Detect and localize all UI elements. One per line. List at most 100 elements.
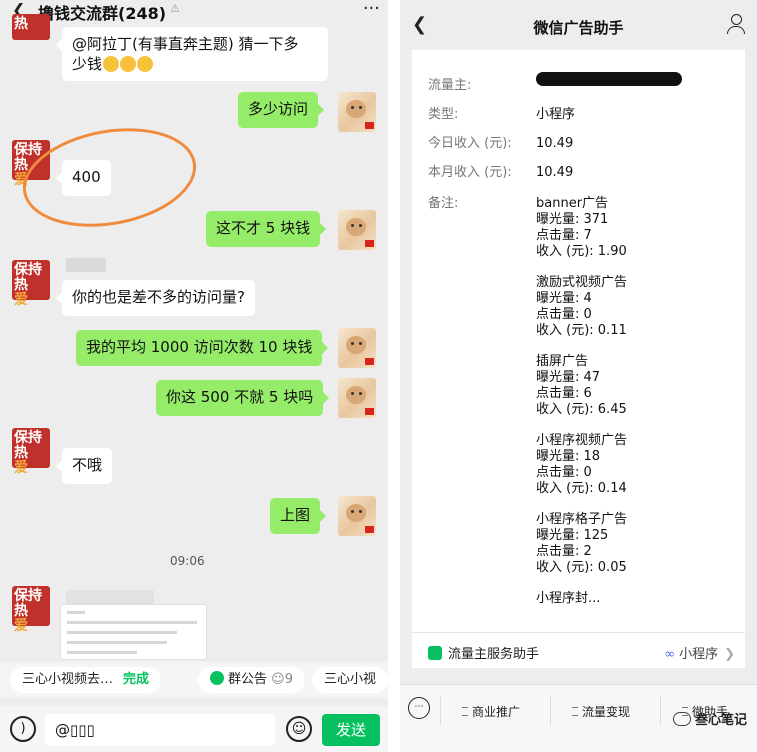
grin-emoji-icon: [103, 56, 120, 72]
avatar-text: 热爱: [14, 277, 28, 308]
chip-video-task-2[interactable]: 三心小视: [312, 667, 388, 693]
today-income-value: 10.49: [536, 136, 574, 151]
ad-impressions: 曝光量: 18: [536, 449, 601, 464]
type-value: 小程序: [536, 107, 576, 122]
emoji-icon[interactable]: ☺: [286, 716, 312, 742]
avatar-text: 保持: [14, 430, 42, 446]
message-text: 你这 500 不就 5 块吗: [166, 388, 314, 406]
self-avatar[interactable]: [338, 328, 376, 368]
ad-name: 小程序视频广告: [536, 433, 628, 448]
message-text: 你的也是差不多的访问量?: [72, 288, 245, 306]
screenshot-stage: ❮ 撸钱交流群(248) ⚠ ··· 热 @阿拉丁(有事直奔主题) 猜一下多 少…: [0, 0, 757, 752]
menu-lines-icon: [572, 707, 578, 716]
card-divider: [412, 632, 745, 633]
menu-lines-icon: [462, 707, 468, 716]
self-avatar[interactable]: [338, 92, 376, 132]
message-bubble-outgoing[interactable]: 你这 500 不就 5 块吗: [156, 380, 330, 416]
ad-clicks: 点击量: 6: [536, 386, 592, 401]
chat-header: ❮ 撸钱交流群(248) ⚠ ···: [0, 0, 388, 23]
type-label: 类型:: [428, 107, 459, 122]
user-icon[interactable]: [727, 14, 745, 34]
notice-icon: [210, 671, 224, 685]
chip-video-task[interactable]: 三心小视频去… 完成: [10, 667, 162, 693]
ad-name: 插屏广告: [536, 354, 589, 369]
menu-item-traffic-monetize[interactable]: 流量变现: [572, 703, 630, 720]
chevron-right-icon: ❯: [724, 647, 735, 662]
ad-income: 收入 (元): 0.14: [536, 481, 627, 496]
flag-icon: [365, 122, 374, 129]
self-avatar[interactable]: [338, 378, 376, 418]
flag-icon: [365, 358, 374, 365]
flag-icon: [365, 240, 374, 247]
miniapp-icon: ∞: [664, 647, 676, 662]
panel-divider: [388, 0, 400, 752]
send-button[interactable]: 发送: [322, 714, 380, 746]
quick-chips-bar: 三心小视频去… 完成 群公告 ☺9 三心小视: [0, 662, 388, 698]
chip-label: 三心小视: [324, 672, 377, 687]
owner-label: 流量主:: [428, 78, 472, 93]
page-title: 微信广告助手: [533, 19, 624, 37]
people-icon-count: ☺9: [271, 672, 293, 687]
chip-done-action[interactable]: 完成: [123, 672, 149, 687]
truncated-more-text: 小程序封...: [536, 591, 601, 606]
sender-avatar[interactable]: 热: [12, 14, 50, 40]
message-text: 我的平均 1000 访问次数 10 块钱: [86, 338, 313, 356]
message-text: 不哦: [72, 456, 103, 474]
message-bubble-outgoing[interactable]: 多少访问: [238, 92, 325, 128]
ad-income: 收入 (元): 0.05: [536, 560, 627, 575]
ad-impressions: 曝光量: 125: [536, 528, 609, 543]
highlight-circle-annotation: [15, 115, 204, 240]
service-helper-link[interactable]: 流量主服务助手: [428, 643, 539, 662]
message-text: @阿拉丁(有事直奔主题) 猜一下多: [72, 35, 299, 53]
ad-clicks: 点击量: 0: [536, 465, 592, 480]
flag-icon: [365, 526, 374, 533]
message-text: 这不才 5 块钱: [216, 219, 311, 237]
message-text-line2: 少钱: [72, 54, 318, 74]
assistant-header: ❮ 微信广告助手: [400, 0, 757, 52]
grin-emoji-icon: [137, 56, 154, 72]
ad-name: banner广告: [536, 196, 609, 211]
message-text: 多少访问: [248, 100, 309, 118]
ad-impressions: 曝光量: 47: [536, 370, 601, 385]
image-message-thumbnail[interactable]: [60, 604, 207, 660]
self-avatar[interactable]: [338, 496, 376, 536]
self-avatar[interactable]: [338, 210, 376, 250]
avatar-text: 保持: [14, 588, 42, 604]
message-bubble-incoming[interactable]: @阿拉丁(有事直奔主题) 猜一下多 少钱: [56, 27, 328, 81]
voice-icon[interactable]: ): [10, 716, 36, 742]
ad-group: 插屏广告 曝光量: 47 点击量: 6 收入 (元): 6.45: [536, 354, 736, 418]
sender-name-redacted: [66, 258, 106, 272]
chip-label: 三心小视频去…: [22, 672, 114, 687]
helper-label: 流量主服务助手: [448, 647, 540, 662]
flag-icon: [365, 408, 374, 415]
ad-name: 小程序格子广告: [536, 512, 628, 527]
message-bubble-incoming[interactable]: 不哦: [55, 448, 113, 484]
ad-group: banner广告 曝光量: 371 点击量: 7 收入 (元): 1.90: [536, 196, 736, 260]
miniapp-label: 小程序: [679, 647, 719, 662]
bell-off-icon: ⚠: [170, 2, 180, 15]
menu-divider: [660, 695, 661, 725]
avatar-text: 热爱: [14, 603, 28, 634]
message-bubble-outgoing[interactable]: 上图: [270, 498, 327, 534]
ad-income: 收入 (元): 1.90: [536, 244, 627, 259]
group-chat-panel: ❮ 撸钱交流群(248) ⚠ ··· 热 @阿拉丁(有事直奔主题) 猜一下多 少…: [0, 0, 388, 752]
miniapp-link[interactable]: ∞ 小程序 ❯: [664, 643, 735, 662]
sender-avatar[interactable]: 保持 热爱: [12, 260, 50, 308]
message-bubble-outgoing[interactable]: 这不才 5 块钱: [206, 211, 327, 247]
menu-item-business-promotion[interactable]: 商业推广: [462, 703, 520, 720]
message-input[interactable]: @▯▯▯: [45, 714, 275, 746]
message-bubble-outgoing[interactable]: 我的平均 1000 访问次数 10 块钱: [76, 330, 329, 366]
message-text: 上图: [280, 506, 311, 524]
sender-avatar[interactable]: 保持 热爱: [12, 586, 50, 634]
menu-divider: [440, 695, 441, 725]
watermark: 叁心笔记: [672, 709, 747, 728]
ellipsis-icon[interactable]: ···: [363, 0, 380, 19]
ad-impressions: 曝光量: 4: [536, 291, 592, 306]
chip-group-notice[interactable]: 群公告 ☺9: [198, 667, 305, 693]
month-income-label: 本月收入 (元):: [428, 165, 512, 180]
message-bubble-incoming[interactable]: 你的也是差不多的访问量?: [56, 280, 255, 316]
ad-income: 收入 (元): 6.45: [536, 402, 627, 417]
ad-group: 小程序格子广告 曝光量: 125 点击量: 2 收入 (元): 0.05: [536, 512, 736, 576]
sender-avatar[interactable]: 保持 热爱: [12, 428, 50, 476]
keyboard-icon[interactable]: ⋯: [408, 697, 430, 719]
